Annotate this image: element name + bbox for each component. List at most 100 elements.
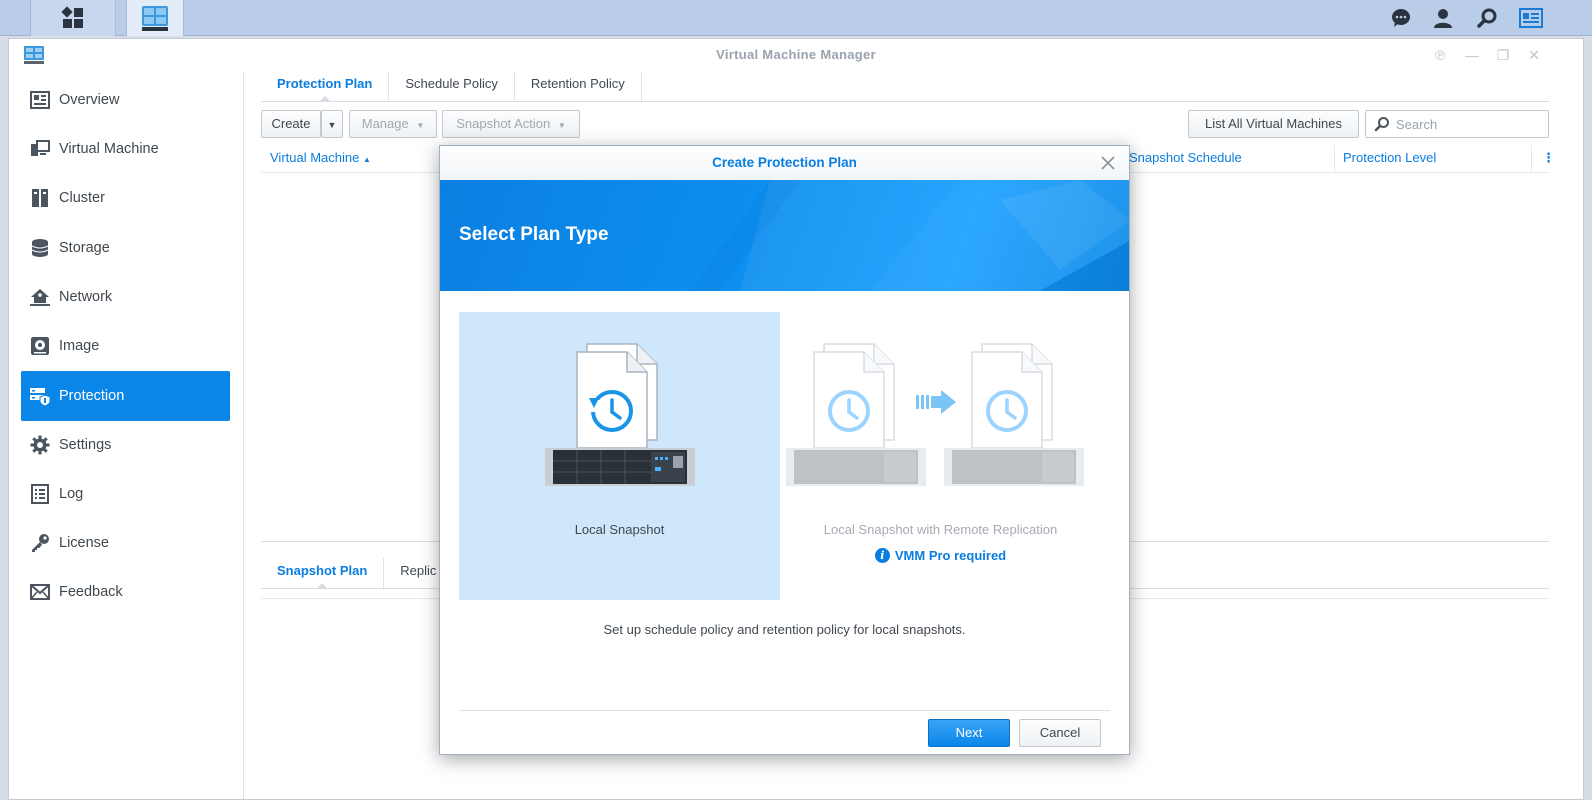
- window-maximize-button[interactable]: ❐: [1495, 47, 1511, 63]
- create-dropdown-button[interactable]: ▼: [321, 110, 343, 138]
- dialog-banner-title: Select Plan Type: [459, 224, 609, 245]
- window-pin-button[interactable]: ℗: [1432, 47, 1448, 63]
- vmm-pro-required-link[interactable]: i VMM Pro required: [780, 548, 1101, 563]
- cancel-button[interactable]: Cancel: [1019, 719, 1101, 747]
- caret-down-icon: ▼: [416, 121, 425, 130]
- info-icon: i: [874, 548, 890, 563]
- pin-icon: ℗: [1434, 47, 1446, 63]
- sidebar-item-image[interactable]: Image: [21, 321, 230, 371]
- image-icon: [29, 335, 51, 357]
- manage-button-label: Manage: [361, 116, 409, 131]
- sidebar-item-virtual-machine[interactable]: Virtual Machine: [21, 124, 230, 174]
- main-menu-button[interactable]: [30, 0, 116, 36]
- sidebar-item-network[interactable]: Network: [21, 272, 230, 322]
- caret-down-icon: ▼: [327, 120, 337, 130]
- dialog-close-button[interactable]: [1099, 154, 1117, 172]
- tab-schedule-policy[interactable]: Schedule Policy: [389, 71, 515, 101]
- sidebar-item-label: Feedback: [59, 584, 123, 600]
- bottom-tabs: Snapshot Plan Replic: [261, 558, 452, 589]
- column-separator: [1531, 145, 1532, 173]
- network-icon: [29, 286, 51, 308]
- widgets-button[interactable]: [1514, 0, 1548, 36]
- caret-down-icon: ▼: [557, 121, 566, 130]
- close-icon: ✕: [1528, 47, 1540, 63]
- dialog-banner: Select Plan Type: [440, 180, 1129, 291]
- search-input[interactable]: Search: [1365, 110, 1549, 138]
- key-icon: [29, 532, 51, 554]
- search-taskbar-button[interactable]: [1470, 0, 1504, 36]
- main-tabs: Protection Plan Schedule Policy Retentio…: [261, 71, 642, 102]
- option-remote-replication[interactable]: Local Snapshot with Remote Replication i…: [780, 312, 1101, 600]
- sidebar-item-feedback[interactable]: Feedback: [21, 567, 230, 617]
- tab-protection-plan[interactable]: Protection Plan: [261, 71, 390, 102]
- column-virtual-machine-label: Virtual Machine: [270, 150, 360, 165]
- cluster-icon: [29, 187, 51, 209]
- user-button[interactable]: [1426, 0, 1460, 36]
- remote-replication-illustration: [786, 343, 1084, 486]
- sidebar-item-label: Settings: [59, 437, 112, 453]
- widgets-icon: [1519, 8, 1543, 28]
- sidebar-item-label: Log: [59, 486, 84, 502]
- taskbar: [0, 0, 1592, 36]
- column-options-button[interactable]: ⋮: [1533, 145, 1555, 173]
- minimize-icon: —: [1465, 47, 1479, 63]
- manage-button[interactable]: Manage ▼: [349, 110, 437, 138]
- maximize-icon: ❐: [1496, 47, 1510, 63]
- window-close-button[interactable]: ✕: [1526, 47, 1542, 63]
- local-snapshot-illustration: [545, 343, 695, 486]
- vmm-taskbar-button[interactable]: [126, 0, 184, 36]
- tabs-divider: [261, 101, 1549, 102]
- sidebar-item-protection[interactable]: Protection: [21, 371, 230, 421]
- column-virtual-machine[interactable]: Virtual Machine ▲: [261, 145, 371, 173]
- column-protection-level[interactable]: Protection Level: [1334, 145, 1436, 173]
- sidebar-item-license[interactable]: License: [21, 518, 230, 568]
- tab-snapshot-plan[interactable]: Snapshot Plan: [261, 558, 385, 589]
- next-button[interactable]: Next: [928, 719, 1010, 747]
- log-icon: [29, 483, 51, 505]
- vmm-app-icon: [142, 6, 168, 31]
- gear-icon: [29, 434, 51, 456]
- option-local-snapshot[interactable]: Local Snapshot: [459, 312, 780, 600]
- list-all-vms-button[interactable]: List All Virtual Machines: [1188, 110, 1359, 138]
- sidebar: Overview Virtual Machine Cluster Storage…: [9, 71, 244, 799]
- create-protection-plan-dialog: Create Protection Plan Select Plan Type: [439, 145, 1130, 755]
- envelope-icon: [29, 581, 51, 603]
- vertical-dots-icon: ⋮: [1542, 150, 1555, 165]
- overview-icon: [29, 89, 51, 111]
- protection-icon: [29, 385, 51, 407]
- close-icon: [1101, 156, 1115, 170]
- plan-type-description: Set up schedule policy and retention pol…: [603, 622, 966, 637]
- sidebar-item-overview[interactable]: Overview: [21, 75, 230, 125]
- option-local-snapshot-label: Local Snapshot: [574, 522, 665, 537]
- sidebar-item-label: License: [59, 535, 109, 551]
- window-title: Virtual Machine Manager: [716, 47, 876, 62]
- dialog-title: Create Protection Plan: [440, 146, 1129, 180]
- window-minimize-button[interactable]: —: [1464, 47, 1480, 63]
- search-icon: [1374, 117, 1389, 132]
- sidebar-item-label: Overview: [59, 92, 120, 108]
- sidebar-item-storage[interactable]: Storage: [21, 223, 230, 273]
- chat-button[interactable]: [1384, 0, 1418, 36]
- dialog-footer-divider: [459, 710, 1110, 711]
- sort-ascending-icon: ▲: [363, 155, 371, 164]
- search-placeholder: Search: [1396, 116, 1438, 132]
- column-snapshot-schedule[interactable]: Snapshot Schedule: [1120, 145, 1242, 173]
- sidebar-item-label: Storage: [59, 240, 110, 256]
- create-button[interactable]: Create: [261, 110, 321, 138]
- sidebar-item-label: Protection: [59, 388, 125, 404]
- main-menu-icon: [61, 6, 83, 28]
- vmm-pro-required-label: VMM Pro required: [894, 548, 1007, 563]
- sidebar-item-cluster[interactable]: Cluster: [21, 173, 230, 223]
- sidebar-item-settings[interactable]: Settings: [21, 420, 230, 470]
- option-remote-replication-label: Local Snapshot with Remote Replication: [823, 522, 1058, 537]
- user-icon: [1434, 9, 1452, 28]
- sidebar-item-label: Image: [59, 338, 100, 354]
- snapshot-action-button[interactable]: Snapshot Action ▼: [442, 110, 580, 138]
- storage-icon: [29, 237, 51, 259]
- virtual-machine-icon: [29, 138, 51, 160]
- tab-retention-policy[interactable]: Retention Policy: [515, 71, 642, 101]
- sidebar-item-log[interactable]: Log: [21, 469, 230, 519]
- sidebar-item-label: Network: [59, 289, 113, 305]
- sidebar-item-label: Virtual Machine: [59, 141, 159, 157]
- sidebar-item-label: Cluster: [59, 190, 105, 206]
